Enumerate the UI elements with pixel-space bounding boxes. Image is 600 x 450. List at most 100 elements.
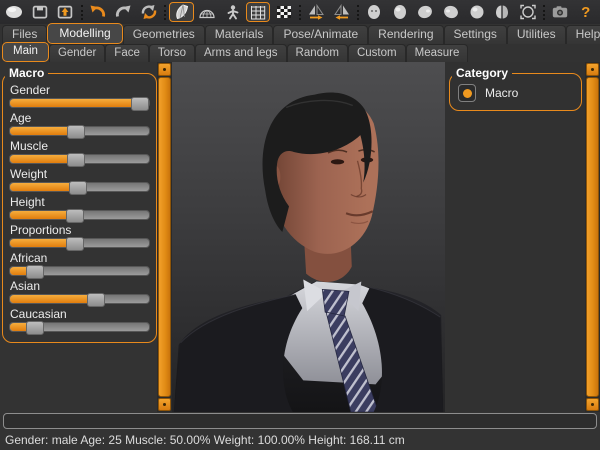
slider-track[interactable]: [9, 238, 150, 248]
slider-asian: Asian: [9, 279, 150, 304]
slider-track[interactable]: [9, 182, 150, 192]
slider-handle[interactable]: [66, 237, 84, 251]
redo-icon: [113, 3, 133, 21]
slider-handle[interactable]: [67, 153, 85, 167]
slider-label: Age: [10, 111, 150, 125]
slider-track[interactable]: [9, 266, 150, 276]
toolbar-button-view-back[interactable]: [388, 2, 413, 22]
slider-fill: [10, 155, 75, 163]
scrollbar-left: [157, 62, 172, 412]
toolbar-button-undo[interactable]: [86, 2, 111, 22]
slider-track[interactable]: [9, 294, 150, 304]
content-area: Macro Gender Age Muscle: [0, 62, 600, 412]
symmetry-left-icon: [332, 3, 352, 21]
tab-modelling[interactable]: Modelling: [47, 23, 122, 44]
tab-rendering[interactable]: Rendering: [368, 25, 443, 44]
slider-label: Asian: [10, 279, 150, 293]
view-left-icon: [415, 3, 435, 21]
status-bar: Gender: male Age: 25 Muscle: 50.00% Weig…: [0, 432, 600, 450]
scrollbar-thumb[interactable]: [158, 77, 171, 397]
load-icon: [55, 3, 75, 21]
slider-handle[interactable]: [66, 209, 84, 223]
slider-weight: Weight: [9, 167, 150, 192]
smooth-shading-icon: [172, 3, 192, 21]
toolbar-button-view-top[interactable]: [464, 2, 489, 22]
subtab-custom[interactable]: Custom: [348, 44, 406, 62]
progress-row: [0, 412, 600, 432]
scrollbar-up-button[interactable]: [586, 63, 599, 76]
toolbar-button-reset-camera[interactable]: [515, 2, 540, 22]
category-option-macro[interactable]: Macro: [456, 83, 575, 103]
toolbar-button-reset-mesh[interactable]: [137, 2, 162, 22]
scrollbar-up-button[interactable]: [158, 63, 171, 76]
slider-fill: [10, 183, 77, 191]
subtab-main[interactable]: Main: [2, 42, 49, 62]
subtab-arms-and-legs[interactable]: Arms and legs: [195, 44, 287, 62]
toolbar-button-view-left[interactable]: [413, 2, 438, 22]
subtab-torso[interactable]: Torso: [149, 44, 195, 62]
slider-track[interactable]: [9, 98, 150, 108]
subtab-gender[interactable]: Gender: [49, 44, 105, 62]
main-tab-bar: Files Modelling Geometries Materials Pos…: [0, 24, 600, 44]
undo-icon: [88, 3, 108, 21]
slider-handle[interactable]: [87, 293, 105, 307]
toolbar-button-pose[interactable]: [220, 2, 245, 22]
grab-screenshot-icon: [550, 3, 570, 21]
tab-geometries[interactable]: Geometries: [123, 25, 205, 44]
slider-track[interactable]: [9, 126, 150, 136]
slider-label: Height: [10, 195, 150, 209]
tab-utilities[interactable]: Utilities: [507, 25, 566, 44]
slider-handle[interactable]: [69, 181, 87, 195]
slider-handle[interactable]: [26, 321, 44, 335]
slider-handle[interactable]: [131, 97, 149, 111]
toolbar-button-grid[interactable]: [246, 2, 271, 22]
toolbar-separator: [543, 5, 545, 20]
slider-gender: Gender: [9, 83, 150, 108]
slider-track[interactable]: [9, 322, 150, 332]
toolbar-button-symmetry-right[interactable]: [304, 2, 329, 22]
slider-label: Gender: [10, 83, 150, 97]
category-option-label: Macro: [485, 86, 518, 100]
slider-handle[interactable]: [26, 265, 44, 279]
help-icon: ?: [581, 5, 590, 20]
tab-materials[interactable]: Materials: [205, 25, 274, 44]
tab-pose-animate[interactable]: Pose/Animate: [273, 25, 368, 44]
slider-track[interactable]: [9, 154, 150, 164]
radio-dot: [463, 89, 472, 98]
slider-height: Height: [9, 195, 150, 220]
scrollbar-down-button[interactable]: [586, 398, 599, 411]
view-back-icon: [390, 3, 410, 21]
toolbar-button-symmetry-left[interactable]: [330, 2, 355, 22]
macro-group-title: Macro: [5, 66, 48, 80]
subtab-random[interactable]: Random: [287, 44, 348, 62]
toolbar-button-help[interactable]: ?: [573, 2, 598, 22]
slider-track[interactable]: [9, 210, 150, 220]
toolbar-button-wireframe[interactable]: [195, 2, 220, 22]
view-split-icon: [492, 3, 512, 21]
scrollbar-down-button[interactable]: [158, 398, 171, 411]
toolbar-button-view-split[interactable]: [490, 2, 515, 22]
toolbar-button-load[interactable]: [53, 2, 78, 22]
toolbar-button-new-mesh[interactable]: [2, 2, 27, 22]
toolbar-button-texture[interactable]: [271, 2, 296, 22]
slider-label: Weight: [10, 167, 150, 181]
tab-settings[interactable]: Settings: [444, 25, 507, 44]
toolbar-button-grab-screenshot[interactable]: [548, 2, 573, 22]
toolbar-button-smooth-shading[interactable]: [169, 2, 194, 22]
category-group-title: Category: [452, 66, 512, 80]
slider-handle[interactable]: [67, 125, 85, 139]
toolbar-button-redo[interactable]: [111, 2, 136, 22]
viewport-3d[interactable]: [172, 62, 445, 412]
reset-mesh-icon: [139, 3, 159, 21]
scrollbar-thumb[interactable]: [586, 77, 599, 397]
tab-help[interactable]: Help: [566, 25, 600, 44]
toolbar-button-view-right[interactable]: [439, 2, 464, 22]
subtab-measure[interactable]: Measure: [406, 44, 469, 62]
toolbar-button-view-front[interactable]: [362, 2, 387, 22]
toolbar-button-save[interactable]: [28, 2, 53, 22]
subtab-face[interactable]: Face: [105, 44, 149, 62]
toolbar-separator: [164, 5, 166, 20]
symmetry-right-icon: [306, 3, 326, 21]
category-groupbox: Category Macro: [449, 73, 582, 111]
pose-icon: [223, 3, 243, 21]
